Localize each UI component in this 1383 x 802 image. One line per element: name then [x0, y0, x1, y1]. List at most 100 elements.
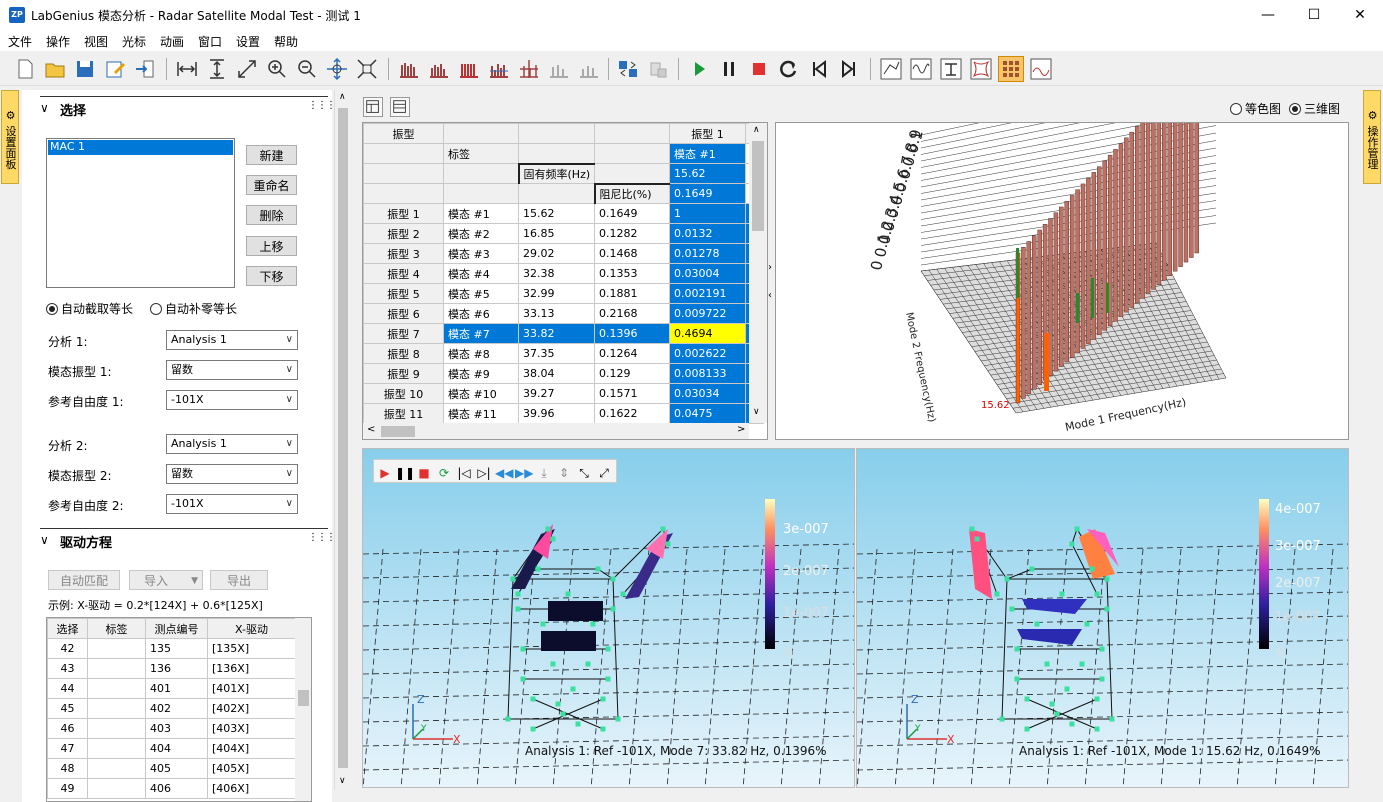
- mode-row-header[interactable]: 振型 6: [363, 303, 444, 324]
- row-xdrive-cell[interactable]: [405X]: [207, 758, 296, 779]
- mode-row-header[interactable]: 振型 11: [363, 403, 444, 424]
- zoom-in-icon[interactable]: [264, 56, 290, 82]
- last-frame-icon[interactable]: [836, 56, 862, 82]
- mode-label-cell[interactable]: 模态 #5: [443, 283, 519, 304]
- settings-panel-tab[interactable]: ⚙ 设置面板: [1, 90, 19, 184]
- ref-dof-2-select[interactable]: -101X ∨: [166, 494, 298, 514]
- mode-row-header[interactable]: 振型 3: [363, 243, 444, 264]
- mac-value-cell[interactable]: 0.03034: [669, 383, 746, 404]
- damping-cell[interactable]: 0.129: [594, 363, 670, 384]
- operation-management-tab[interactable]: ⚙ 操作管理: [1363, 90, 1381, 184]
- layout-rows-icon[interactable]: [390, 97, 410, 117]
- col-point-header[interactable]: 测点编号: [145, 618, 208, 639]
- frequency-cell[interactable]: 15.62: [518, 203, 595, 224]
- waveform-view-icon[interactable]: [908, 56, 934, 82]
- damping-cell[interactable]: 0.1468: [594, 243, 670, 264]
- row-point-cell[interactable]: 135: [145, 638, 208, 659]
- mac-table-panel[interactable]: 振型 振型 1 标签 模态 #1 固有频率(Hz) 15.62 阻尼比(%) 0…: [362, 122, 768, 440]
- damping-cell[interactable]: 0.2168: [594, 303, 670, 324]
- frame-view-icon[interactable]: [968, 56, 994, 82]
- move-up-button[interactable]: 上移: [246, 236, 297, 256]
- diagonal-fit-icon[interactable]: [234, 56, 260, 82]
- frequency-cell[interactable]: 32.38: [518, 263, 595, 284]
- row-point-cell[interactable]: 406: [145, 778, 208, 799]
- row-point-cell[interactable]: 404: [145, 738, 208, 759]
- row-xdrive-cell[interactable]: [404X]: [207, 738, 296, 759]
- stop-icon[interactable]: [746, 56, 772, 82]
- zoom-out-icon[interactable]: [294, 56, 320, 82]
- new-button[interactable]: 新建: [246, 145, 297, 165]
- mode-shape-1-select[interactable]: 留数 ∨: [166, 360, 298, 380]
- row-label-cell[interactable]: [87, 738, 146, 759]
- open-folder-icon[interactable]: [42, 56, 68, 82]
- auto-match-button[interactable]: 自动匹配: [48, 570, 120, 590]
- table-row[interactable]: 振型 10 模态 #10 39.27 0.1571 0.03034: [363, 383, 764, 404]
- row-point-cell[interactable]: 403: [145, 718, 208, 739]
- mac-value-cell[interactable]: 1: [669, 203, 746, 224]
- row-select-cell[interactable]: 47: [47, 738, 88, 759]
- frequency-cell[interactable]: 16.85: [518, 223, 595, 244]
- mode-label-cell[interactable]: 模态 #2: [443, 223, 519, 244]
- analysis-2-select[interactable]: Analysis 1 ∨: [166, 434, 298, 454]
- row-select-cell[interactable]: 49: [47, 778, 88, 799]
- export-button[interactable]: 导出: [210, 570, 268, 590]
- horizontal-fit-icon[interactable]: [174, 56, 200, 82]
- row-select-cell[interactable]: 43: [47, 658, 88, 679]
- row-label-cell[interactable]: [87, 698, 146, 719]
- row-label-cell[interactable]: [87, 658, 146, 679]
- pan-icon[interactable]: [324, 56, 350, 82]
- bar-chart-2-icon[interactable]: [426, 56, 452, 82]
- frequency-cell[interactable]: 33.82: [518, 323, 595, 344]
- row-select-cell[interactable]: 42: [47, 638, 88, 659]
- row-xdrive-cell[interactable]: [402X]: [207, 698, 296, 719]
- table-row[interactable]: 振型 1 模态 #1 15.62 0.1649 1: [363, 203, 764, 224]
- table-row[interactable]: 47 404 [404X]: [47, 738, 296, 759]
- row-xdrive-cell[interactable]: [406X]: [207, 778, 296, 799]
- table-row[interactable]: 振型 9 模态 #9 38.04 0.129 0.008133: [363, 363, 764, 384]
- bar-chart-4-icon[interactable]: [486, 56, 512, 82]
- table-row[interactable]: 43 136 [136X]: [47, 658, 296, 679]
- damping-cell[interactable]: 0.1396: [594, 323, 670, 344]
- swap-icon[interactable]: [615, 56, 641, 82]
- driving-table-scrollbar[interactable]: [295, 618, 311, 801]
- row-point-cell[interactable]: 402: [145, 698, 208, 719]
- col-select-header[interactable]: 选择: [47, 618, 88, 639]
- row-label-cell[interactable]: [87, 778, 146, 799]
- row-select-cell[interactable]: 44: [47, 678, 88, 699]
- spectrum-view-icon[interactable]: [1028, 56, 1054, 82]
- table-row[interactable]: 振型 6 模态 #6 33.13 0.2168 0.009722: [363, 303, 764, 324]
- bar-chart-3-icon[interactable]: [456, 56, 482, 82]
- mode-row-header[interactable]: 振型 1: [363, 203, 444, 224]
- cursor-chart-icon[interactable]: [516, 56, 542, 82]
- mode-label-cell[interactable]: 模态 #10: [443, 383, 519, 404]
- row-label-cell[interactable]: [87, 718, 146, 739]
- mode-1-damping-cell[interactable]: 0.1649: [669, 183, 746, 204]
- scrollbar-thumb[interactable]: [338, 108, 348, 768]
- auto-truncate-radio[interactable]: 自动截取等长: [46, 300, 133, 317]
- minimize-button[interactable]: —: [1245, 0, 1291, 30]
- row-point-cell[interactable]: 401: [145, 678, 208, 699]
- table-row[interactable]: 振型 4 模态 #4 32.38 0.1353 0.03004: [363, 263, 764, 284]
- mac-value-cell[interactable]: 0.4694: [669, 323, 746, 344]
- row-xdrive-cell[interactable]: [135X]: [207, 638, 296, 659]
- import-button[interactable]: 导入 ▼: [129, 570, 203, 590]
- frequency-cell[interactable]: 39.96: [518, 403, 595, 424]
- mac-value-cell[interactable]: 0.0475: [669, 403, 746, 424]
- menu-cursor[interactable]: 光标: [122, 33, 146, 50]
- analysis-1-select[interactable]: Analysis 1 ∨: [166, 330, 298, 350]
- damping-cell[interactable]: 0.1881: [594, 283, 670, 304]
- mode-row-header[interactable]: 振型 5: [363, 283, 444, 304]
- first-frame-icon[interactable]: [806, 56, 832, 82]
- table-row[interactable]: 振型 2 模态 #2 16.85 0.1282 0.0132: [363, 223, 764, 244]
- menu-file[interactable]: 文件: [8, 33, 32, 50]
- mode-1-label-cell[interactable]: 模态 #1: [669, 143, 746, 164]
- table-row[interactable]: 振型 11 模态 #11 39.96 0.1622 0.0475: [363, 403, 764, 424]
- frequency-cell[interactable]: 33.13: [518, 303, 595, 324]
- mode-row-header[interactable]: 振型 9: [363, 363, 444, 384]
- mode-label-cell[interactable]: 模态 #8: [443, 343, 519, 364]
- driving-equation-section-header[interactable]: ∨ 驱动方程 ⋮⋮⋮: [40, 528, 336, 552]
- row-label-cell[interactable]: [87, 638, 146, 659]
- scrollbar-thumb[interactable]: [298, 690, 309, 706]
- damping-cell[interactable]: 0.1571: [594, 383, 670, 404]
- mode-label-cell[interactable]: 模态 #9: [443, 363, 519, 384]
